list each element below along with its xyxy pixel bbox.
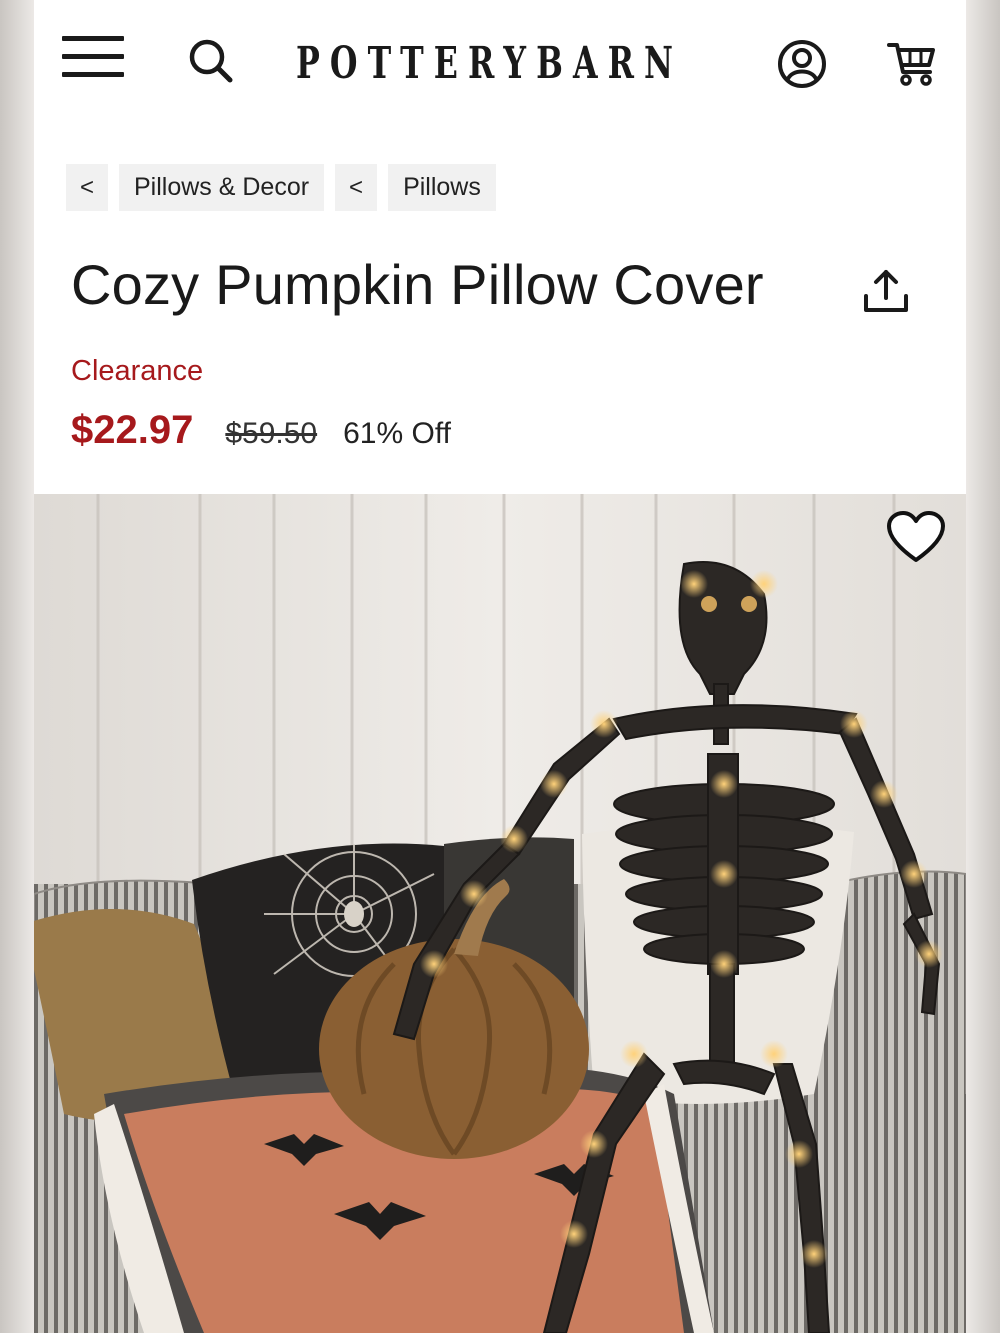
product-title: Cozy Pumpkin Pillow Cover [71, 253, 764, 316]
account-icon[interactable] [776, 38, 828, 90]
breadcrumb-back-button[interactable]: < [66, 164, 108, 211]
breadcrumb-item-pillows[interactable]: Pillows [388, 164, 496, 211]
clearance-badge: Clearance [71, 355, 204, 387]
product-photo-illustration [34, 494, 966, 1333]
share-icon[interactable] [860, 266, 912, 318]
brand-logo[interactable]: POTTERYBARN [296, 38, 673, 89]
heart-icon[interactable] [886, 510, 946, 564]
discount-label: 61% Off [343, 417, 451, 450]
product-image[interactable] [34, 494, 966, 1333]
breadcrumb-back-button[interactable]: < [335, 164, 378, 211]
search-icon[interactable] [184, 36, 236, 88]
breadcrumb: < Pillows & Decor < Pillows [66, 164, 496, 211]
price-row: $22.97 $59.50 61% Off [71, 408, 451, 453]
cart-icon[interactable] [886, 38, 938, 90]
menu-icon[interactable] [62, 36, 124, 80]
site-header: POTTERYBARN [34, 0, 966, 130]
sale-price: $22.97 [71, 408, 194, 452]
original-price: $59.50 [225, 417, 318, 450]
product-page: POTTERYBARN < Pillows & Decor < Pillows … [34, 0, 966, 1333]
breadcrumb-item-pillows-decor[interactable]: Pillows & Decor [119, 164, 325, 211]
